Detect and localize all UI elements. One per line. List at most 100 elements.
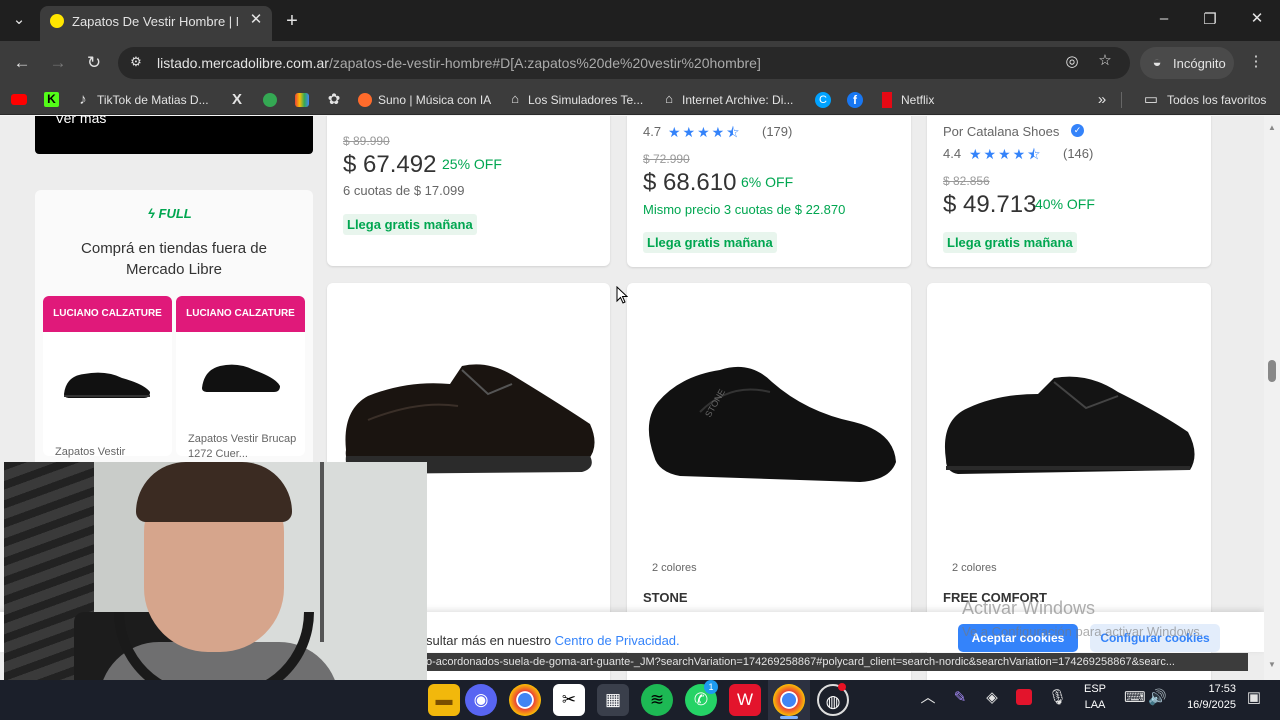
seller[interactable]: Por Catalana Shoes [943,124,1059,139]
microphone-icon[interactable]: 🎙 [1048,690,1067,705]
page-scrollbar[interactable] [1264,116,1280,680]
new-tab-icon[interactable]: + [283,11,301,31]
notifications-icon[interactable]: ▣ [1246,690,1262,705]
eye-off-icon[interactable]: ◎ [1062,54,1082,69]
facebook-icon[interactable]: f [847,92,863,108]
stores-title-line-2: Mercado Libre [126,261,222,278]
verified-icon: ✓ [1071,124,1084,137]
bookmark-simuladores[interactable]: Los Simuladores Te... [528,93,643,107]
installments: 6 cuotas de $ 17.099 [343,183,465,198]
mouse-cursor-icon [616,286,628,304]
price: $ 67.492 [343,151,437,178]
more-bookmarks-icon[interactable]: » [1095,92,1109,107]
webcam-background-frame [320,462,324,642]
tiktok-icon: ♪ [79,91,87,108]
store-badge: LUCIANO CALZATURE [43,296,172,332]
ver-mas-link[interactable]: Ver más [55,116,106,126]
privacy-link[interactable]: Centro de Privacidad. [555,633,680,648]
language-code[interactable]: ESP [1081,683,1109,695]
original-price: $ 89.990 [343,134,390,148]
wps-tray-icon[interactable] [1016,689,1032,705]
chrome-incognito-icon[interactable] [773,684,805,716]
spotify-icon[interactable]: ≋ [641,684,673,716]
restore-icon[interactable]: ❐ [1201,12,1219,27]
rating: 4.7 [643,124,662,139]
network-icon[interactable]: ⌨ [1124,690,1146,705]
scroll-down-icon[interactable]: ▼ [1268,660,1276,669]
product-image [944,376,1195,474]
colors-label: 2 colores [952,562,997,574]
discord-icon[interactable]: ◉ [465,684,497,716]
bookmark-tiktok[interactable]: TikTok de Matias D... [97,93,209,107]
scroll-up-icon[interactable]: ▲ [1268,123,1276,132]
rating: 4.4 [943,146,962,161]
lightning-icon: ϟ [148,206,155,221]
chrome-icon[interactable] [509,684,541,716]
rating-stars: ★★★★⯪ [668,124,742,140]
capcut-icon[interactable]: ✂ [553,684,585,716]
ver-mas-banner[interactable]: Ver más [35,116,313,154]
incognito-icon: ◒ [1152,54,1162,71]
folder-icon: ▭ [1143,91,1159,108]
shipping-badge: Llega gratis mañana [643,232,777,253]
x-icon[interactable]: X [229,92,245,107]
clock-time[interactable]: 17:53 [1176,683,1236,695]
reviews: (179) [762,124,793,139]
back-icon[interactable]: ← [12,54,32,71]
site-info-icon[interactable]: ⚙ [128,55,144,68]
discount: 6% OFF [741,174,794,190]
netflix-icon [882,92,892,108]
url-text[interactable]: listado.mercadolibre.com.ar/zapatos-de-v… [157,55,761,71]
forward-icon[interactable]: → [48,54,68,71]
drive-icon[interactable] [263,93,277,107]
minimize-icon[interactable]: – [1155,11,1173,26]
bookmark-suno[interactable]: Suno | Música con IA [378,93,491,107]
tab-search-icon[interactable]: ⌄ [8,12,30,30]
status-url-bubble: o-acordonados-suela-de-goma-art-guante-_… [420,653,1248,671]
discount: 40% OFF [1035,196,1095,212]
tray-overflow-icon[interactable]: ︿ [920,690,936,705]
mercadolibre-favicon-icon [50,14,64,28]
bookmark-archive[interactable]: Internet Archive: Di... [682,93,793,107]
reload-icon[interactable]: ↻ [84,54,104,71]
clock-date[interactable]: 16/9/2025 [1176,699,1236,711]
wps-icon[interactable]: W [729,684,761,716]
calculator-icon[interactable]: ▦ [597,684,629,716]
file-explorer-icon[interactable]: ▬ [428,684,460,716]
reviews: (146) [1063,146,1094,161]
pen-icon[interactable]: ✎ [952,690,968,705]
product-image [345,364,595,474]
activation-watermark-title: Activar Windows [962,598,1096,618]
all-bookmarks[interactable]: Todos los favoritos [1167,93,1266,107]
full-badge: ϟ FULL [148,206,192,221]
brand-label: STONE [643,590,688,605]
vpn-icon[interactable]: ◈ [984,690,1000,705]
store-item-title[interactable]: Zapatos Vestir [55,446,165,458]
profile-label: Incógnito [1173,56,1226,71]
bookmark-star-icon[interactable]: ☆ [1095,53,1115,68]
archive-icon: ⌂ [665,91,673,106]
menu-icon[interactable]: ⋮ [1248,54,1264,69]
shoe-thumbnail [202,364,280,392]
whatsapp-badge: 1 [704,680,718,694]
price: $ 49.713 [943,191,1037,218]
volume-icon[interactable]: 🔊 [1148,690,1167,705]
bookmark-netflix[interactable]: Netflix [901,93,934,107]
scrollbar-thumb[interactable] [1268,360,1276,382]
window-close-icon[interactable]: ✕ [1248,11,1266,26]
tab-close-icon[interactable]: ✕ [248,12,264,27]
url-path: /zapatos-de-vestir-hombre#D[A:zapatos%20… [328,55,761,71]
chatgpt-icon[interactable]: ✿ [326,92,342,107]
kick-icon[interactable]: K [44,92,59,107]
shipping-badge: Llega gratis mañana [943,232,1077,253]
bookmarks-divider [1121,92,1122,108]
gmail-icon[interactable] [295,93,309,107]
keyboard-layout[interactable]: LAA [1081,699,1109,711]
archive-icon: ⌂ [511,91,519,106]
original-price: $ 82.856 [943,174,990,188]
youtube-icon[interactable] [11,94,27,105]
store-item-title[interactable]: Zapatos Vestir Brucap 1272 Cuer... [188,432,298,462]
installments: Mismo precio 3 cuotas de $ 22.870 [643,202,846,217]
stores-title-line-1: Comprá en tiendas fuera de [81,240,267,257]
canva-icon[interactable]: C [815,92,831,108]
